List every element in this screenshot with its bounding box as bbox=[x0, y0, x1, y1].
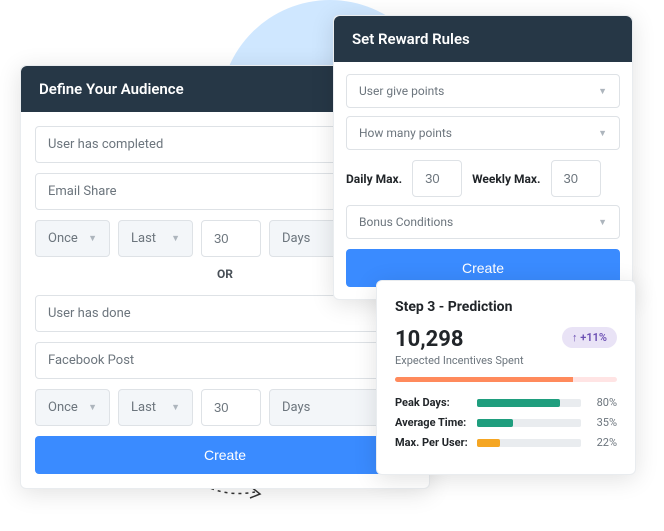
prediction-card: Step 3 - Prediction 10,298 ↑ +11% Expect… bbox=[376, 280, 636, 475]
select-value: Days bbox=[282, 231, 310, 246]
stat-row: Average Time: 35% bbox=[395, 416, 617, 429]
select-value: How many points bbox=[359, 126, 452, 140]
prediction-subtitle: Expected Incentives Spent bbox=[395, 354, 617, 367]
select-value: Last bbox=[131, 231, 156, 246]
stat-percent: 80% bbox=[589, 396, 617, 409]
prediction-value: 10,298 bbox=[395, 327, 464, 352]
stat-label: Average Time: bbox=[395, 416, 469, 429]
chevron-down-icon: ▼ bbox=[598, 217, 607, 228]
chevron-down-icon: ▼ bbox=[88, 402, 97, 413]
progress-fill bbox=[395, 377, 573, 382]
select-value: Once bbox=[48, 400, 78, 415]
select-value: User has completed bbox=[48, 137, 163, 152]
weekly-max-input[interactable] bbox=[551, 160, 601, 197]
stat-percent: 35% bbox=[589, 416, 617, 429]
create-button[interactable]: Create bbox=[35, 436, 415, 474]
stat-row: Peak Days: 80% bbox=[395, 396, 617, 409]
stat-row: Max. Per User: 22% bbox=[395, 436, 617, 449]
card-title: Set Reward Rules bbox=[334, 16, 632, 62]
stat-bar bbox=[477, 399, 581, 407]
stat-bar-fill bbox=[477, 439, 500, 447]
select-value: Bonus Conditions bbox=[359, 215, 453, 229]
chevron-down-icon: ▼ bbox=[88, 233, 97, 244]
reward-amount-select[interactable]: How many points ▼ bbox=[346, 116, 620, 150]
select-value: User give points bbox=[359, 84, 444, 98]
stat-bar bbox=[477, 419, 581, 427]
chevron-down-icon: ▼ bbox=[598, 86, 607, 97]
select-value: Days bbox=[282, 400, 310, 415]
period-select-2[interactable]: Last ▼ bbox=[118, 389, 193, 426]
select-value: Email Share bbox=[48, 184, 117, 199]
count-input-2[interactable] bbox=[201, 389, 261, 426]
prediction-progress-bar bbox=[395, 377, 617, 382]
daily-max-input[interactable] bbox=[412, 160, 462, 197]
chevron-down-icon: ▼ bbox=[598, 128, 607, 139]
select-value: Once bbox=[48, 231, 78, 246]
stat-bar bbox=[477, 439, 581, 447]
chevron-down-icon: ▼ bbox=[171, 402, 180, 413]
period-select[interactable]: Last ▼ bbox=[118, 220, 193, 257]
daily-max-label: Daily Max. bbox=[346, 172, 402, 186]
prediction-title: Step 3 - Prediction bbox=[395, 299, 617, 315]
bonus-conditions-select[interactable]: Bonus Conditions ▼ bbox=[346, 205, 620, 239]
chevron-down-icon: ▼ bbox=[171, 233, 180, 244]
channel-select-2[interactable]: Facebook Post ▼ bbox=[35, 342, 415, 379]
count-input[interactable] bbox=[201, 220, 261, 257]
frequency-select[interactable]: Once ▼ bbox=[35, 220, 110, 257]
stat-label: Peak Days: bbox=[395, 396, 469, 409]
reward-type-select[interactable]: User give points ▼ bbox=[346, 74, 620, 108]
stat-percent: 22% bbox=[589, 436, 617, 449]
trigger-select-2[interactable]: User has done ▼ bbox=[35, 295, 415, 332]
prediction-change-badge: ↑ +11% bbox=[562, 327, 617, 348]
select-value: Facebook Post bbox=[48, 353, 134, 368]
stat-bar-fill bbox=[477, 419, 513, 427]
weekly-max-label: Weekly Max. bbox=[472, 172, 540, 186]
select-value: User has done bbox=[48, 306, 131, 321]
select-value: Last bbox=[131, 400, 156, 415]
set-reward-rules-card: Set Reward Rules User give points ▼ How … bbox=[333, 15, 633, 300]
stat-label: Max. Per User: bbox=[395, 436, 469, 449]
frequency-select-2[interactable]: Once ▼ bbox=[35, 389, 110, 426]
stat-bar-fill bbox=[477, 399, 560, 407]
